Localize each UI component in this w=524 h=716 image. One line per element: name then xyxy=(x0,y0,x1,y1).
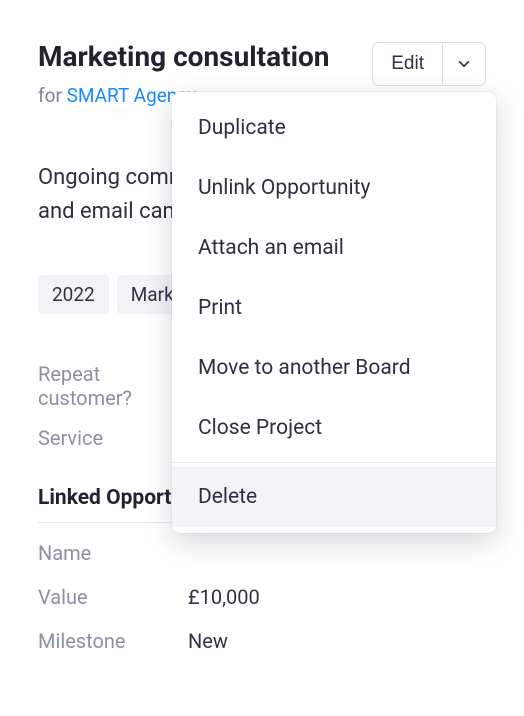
menu-separator xyxy=(172,462,496,463)
linked-label-milestone: Milestone xyxy=(38,629,188,653)
tag[interactable]: 2022 xyxy=(38,275,109,314)
field-label-repeat-customer: Repeat customer? xyxy=(38,362,188,410)
edit-button-group: Edit xyxy=(372,42,486,86)
chevron-down-icon xyxy=(457,57,471,71)
menu-item-move-board[interactable]: Move to another Board xyxy=(172,338,496,398)
menu-item-attach-email[interactable]: Attach an email xyxy=(172,218,496,278)
menu-item-unlink-opportunity[interactable]: Unlink Opportunity xyxy=(172,158,496,218)
field-label-service: Service xyxy=(38,426,188,450)
menu-item-duplicate[interactable]: Duplicate xyxy=(172,98,496,158)
edit-button[interactable]: Edit xyxy=(373,43,442,85)
edit-dropdown-toggle[interactable] xyxy=(442,43,485,85)
for-label: for xyxy=(38,84,67,107)
menu-item-delete[interactable]: Delete xyxy=(172,467,496,527)
linked-value-value: £10,000 xyxy=(188,585,260,609)
linked-label-name: Name xyxy=(38,541,188,565)
menu-item-close-project[interactable]: Close Project xyxy=(172,398,496,458)
linked-row: Value £10,000 xyxy=(38,585,486,609)
page-title: Marketing consultation xyxy=(38,40,330,74)
linked-row: Name xyxy=(38,541,486,565)
linked-label-value: Value xyxy=(38,585,188,609)
menu-item-print[interactable]: Print xyxy=(172,278,496,338)
linked-row: Milestone New xyxy=(38,629,486,653)
linked-value-milestone: New xyxy=(188,629,228,653)
actions-dropdown: Duplicate Unlink Opportunity Attach an e… xyxy=(172,92,496,533)
